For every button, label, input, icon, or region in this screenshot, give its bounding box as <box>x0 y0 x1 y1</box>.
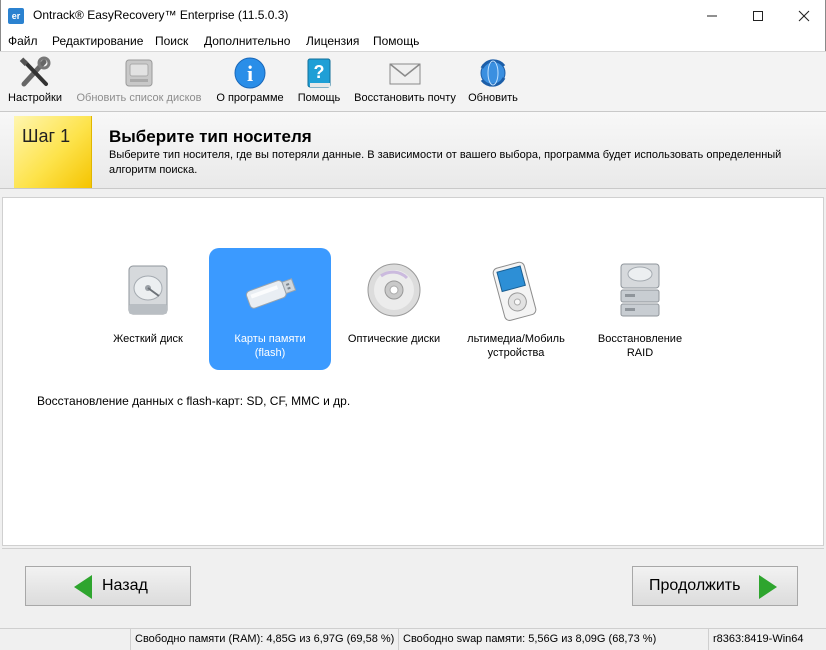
swap-status: Свободно swap памяти: 5,56G из 8,09G (68… <box>398 629 708 650</box>
refresh-disks-button[interactable]: Обновить список дисков <box>70 54 208 104</box>
refresh-disks-label: Обновить список дисков <box>76 92 202 104</box>
arrow-right-icon <box>759 575 777 599</box>
usb-flash-icon <box>237 260 303 326</box>
step-title: Выберите тип носителя <box>109 127 312 146</box>
maximize-button[interactable] <box>735 0 781 31</box>
minimize-button[interactable] <box>689 0 735 31</box>
update-globe-icon <box>476 56 510 90</box>
navigation-area: Назад Продолжить <box>2 548 824 628</box>
menu-advanced[interactable]: Дополнительно <box>204 34 290 48</box>
maximize-icon <box>753 10 763 21</box>
menu-search[interactable]: Поиск <box>155 34 188 48</box>
media-mobile-device[interactable]: льтимедиа/Мобиль устройства <box>455 248 577 370</box>
menu-edit[interactable]: Редактирование <box>52 34 143 48</box>
menu-license[interactable]: Лицензия <box>306 34 359 48</box>
media-selection-panel: Жесткий диск Карты памяти (flash) Оптиче… <box>2 197 824 546</box>
flash-card-label: Карты памяти (flash) <box>234 333 306 359</box>
disk-list-icon <box>122 56 156 90</box>
media-player-icon <box>483 260 549 326</box>
restore-mail-button[interactable]: Восстановить почту <box>350 54 460 104</box>
envelope-icon <box>388 56 422 90</box>
step-badge: Шаг 1 <box>14 116 92 188</box>
optical-disk-icon <box>361 260 427 326</box>
hard-disk-icon <box>115 260 181 326</box>
continue-button[interactable]: Продолжить <box>632 566 798 606</box>
media-raid[interactable]: Восстановление RAID <box>579 248 701 370</box>
info-icon: i <box>233 56 267 90</box>
mobile-device-label: льтимедиа/Мобиль устройства <box>467 333 565 359</box>
settings-label: Настройки <box>8 92 62 104</box>
help-book-icon: ? <box>302 56 336 90</box>
window-title: Ontrack® EasyRecovery™ Enterprise (11.5.… <box>33 8 289 22</box>
media-description: Восстановление данных с flash-карт: SD, … <box>37 394 351 408</box>
media-optical-disk[interactable]: Оптические диски <box>333 248 455 370</box>
menu-bar: Файл Редактирование Поиск Дополнительно … <box>0 31 826 51</box>
arrow-left-icon <box>74 575 92 599</box>
help-button[interactable]: ? Помощь <box>293 54 345 104</box>
back-label: Назад <box>102 577 148 594</box>
raid-label: Восстановление RAID <box>597 333 683 359</box>
app-icon: er <box>8 8 24 24</box>
close-button[interactable] <box>781 0 826 31</box>
update-button[interactable]: Обновить <box>464 54 522 104</box>
ram-status: Свободно памяти (RAM): 4,85G из 6,97G (6… <box>130 629 398 650</box>
tools-icon <box>18 56 52 90</box>
hard-disk-label: Жесткий диск <box>113 333 183 345</box>
media-hard-disk[interactable]: Жесткий диск <box>87 248 209 370</box>
minimize-icon <box>707 15 717 16</box>
about-button[interactable]: i О программе <box>212 54 288 104</box>
status-bar: Свободно памяти (RAM): 4,85G из 6,97G (6… <box>0 628 826 650</box>
close-icon <box>798 10 810 21</box>
raid-disks-icon <box>607 260 673 326</box>
build-status: r8363:8419-Win64 <box>708 629 826 650</box>
continue-label: Продолжить <box>649 577 741 594</box>
optical-disk-label: Оптические диски <box>347 333 441 345</box>
menu-file[interactable]: Файл <box>8 34 38 48</box>
title-bar: er Ontrack® EasyRecovery™ Enterprise (11… <box>0 0 826 31</box>
settings-button[interactable]: Настройки <box>5 54 65 104</box>
update-label: Обновить <box>468 92 518 104</box>
step-header: Шаг 1 Выберите тип носителя Выберите тип… <box>0 111 826 189</box>
restore-mail-label: Восстановить почту <box>354 92 456 104</box>
help-label: Помощь <box>297 92 341 104</box>
svg-text:?: ? <box>314 62 325 82</box>
back-button[interactable]: Назад <box>25 566 191 606</box>
menu-help[interactable]: Помощь <box>373 34 419 48</box>
step-description: Выберите тип носителя, где вы потеряли д… <box>109 149 782 176</box>
about-label: О программе <box>216 92 284 104</box>
svg-text:i: i <box>247 61 253 86</box>
media-flash-card[interactable]: Карты памяти (flash) <box>209 248 331 370</box>
toolbar: Настройки Обновить список дисков i О про… <box>0 51 826 111</box>
step-number: Шаг 1 <box>22 126 71 146</box>
